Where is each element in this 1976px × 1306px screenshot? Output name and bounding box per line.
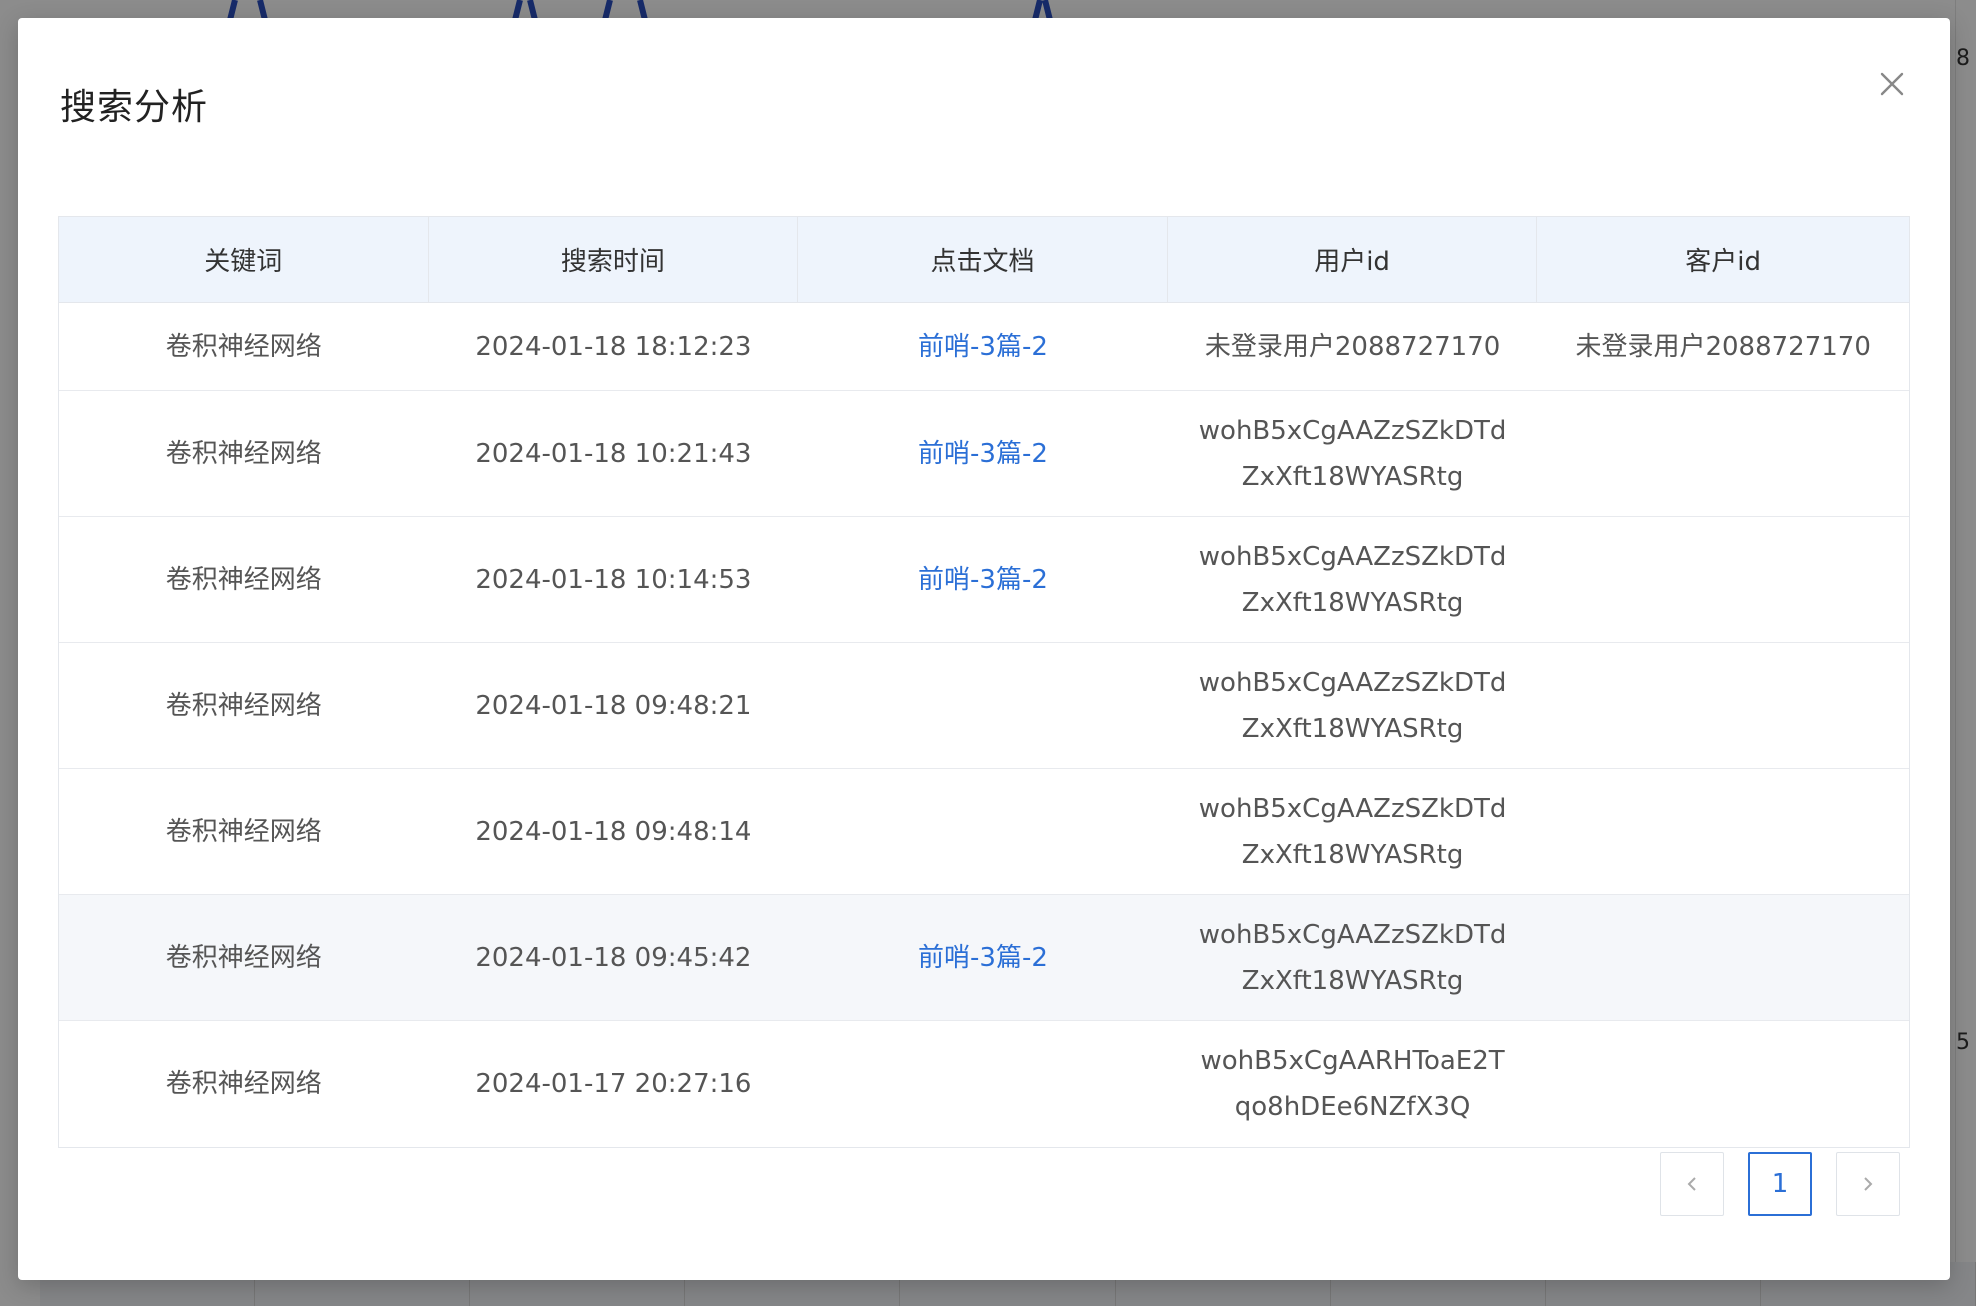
- column-header-clicked-doc[interactable]: 点击文档: [798, 217, 1168, 302]
- cell-customer-id: [1537, 769, 1909, 894]
- cell-doc-link[interactable]: 前哨-3篇-2: [798, 303, 1168, 390]
- cell-keyword: 卷积神经网络: [165, 690, 322, 721]
- table-row[interactable]: 卷积神经网络 2024-01-18 10:14:53 前哨-3篇-2 wohB5…: [59, 517, 1909, 643]
- cell-doc-link[interactable]: 前哨-3篇-2: [798, 895, 1168, 1020]
- cell-customer-id: [1537, 1021, 1909, 1147]
- cell-user-id: 未登录用户2088727170: [1204, 331, 1501, 362]
- chevron-left-icon: [1687, 1177, 1696, 1191]
- cell-doc-link[interactable]: 前哨-3篇-2: [798, 517, 1168, 642]
- chevron-right-icon: [1864, 1177, 1873, 1191]
- table-row[interactable]: 卷积神经网络 2024-01-18 09:45:42 前哨-3篇-2 wohB5…: [59, 895, 1909, 1021]
- search-records-table: 关键词 搜索时间 点击文档 用户id 客户id 卷积神经网络 2024-01-1…: [58, 216, 1910, 1148]
- cell-customer-id: [1537, 643, 1909, 768]
- cell-doc-link[interactable]: [798, 769, 1168, 894]
- cell-doc-link[interactable]: 前哨-3篇-2: [798, 391, 1168, 516]
- cell-user-id: wohB5xCgAAZzSZkDTd ZxXft18WYASRtg: [1198, 415, 1507, 492]
- cell-keyword: 卷积神经网络: [165, 564, 322, 595]
- search-analysis-modal: 搜索分析 关键词 搜索时间 点击文档 用户id 客户id 卷积神经网络 2024…: [18, 18, 1950, 1280]
- cell-search-time: 2024-01-17 20:27:16: [475, 1069, 752, 1099]
- table-row[interactable]: 卷积神经网络 2024-01-18 09:48:21 wohB5xCgAAZzS…: [59, 643, 1909, 769]
- cell-customer-id: [1537, 517, 1909, 642]
- page-button[interactable]: 1: [1748, 1152, 1812, 1216]
- cell-user-id: wohB5xCgAAZzSZkDTd ZxXft18WYASRtg: [1198, 667, 1507, 744]
- cell-keyword: 卷积神经网络: [165, 331, 322, 362]
- table-row[interactable]: 卷积神经网络 2024-01-17 20:27:16 wohB5xCgAARHT…: [59, 1021, 1909, 1147]
- cell-user-id: wohB5xCgAAZzSZkDTd ZxXft18WYASRtg: [1198, 541, 1507, 618]
- cell-doc-link[interactable]: [798, 643, 1168, 768]
- prev-page-button[interactable]: [1660, 1152, 1724, 1216]
- cell-search-time: 2024-01-18 18:12:23: [475, 331, 752, 362]
- cell-user-id: wohB5xCgAARHToaE2T qo8hDEe6NZfX3Q: [1200, 1046, 1505, 1122]
- cell-keyword: 卷积神经网络: [165, 816, 322, 847]
- table-header: 关键词 搜索时间 点击文档 用户id 客户id: [59, 217, 1909, 303]
- modal-title: 搜索分析: [60, 87, 209, 128]
- cell-search-time: 2024-01-18 10:14:53: [475, 564, 752, 595]
- table-row[interactable]: 卷积神经网络 2024-01-18 09:48:14 wohB5xCgAAZzS…: [59, 769, 1909, 895]
- cell-keyword: 卷积神经网络: [165, 1069, 322, 1099]
- column-header-customer-id[interactable]: 客户id: [1537, 217, 1909, 302]
- cell-keyword: 卷积神经网络: [165, 438, 322, 469]
- close-button[interactable]: [1870, 62, 1914, 106]
- next-page-button[interactable]: [1836, 1152, 1900, 1216]
- pagination: 1: [1660, 1152, 1900, 1216]
- column-header-user-id[interactable]: 用户id: [1168, 217, 1538, 302]
- cell-search-time: 2024-01-18 09:48:14: [475, 816, 752, 847]
- cell-search-time: 2024-01-18 09:45:42: [475, 942, 752, 973]
- table-row[interactable]: 卷积神经网络 2024-01-18 18:12:23 前哨-3篇-2 未登录用户…: [59, 303, 1909, 391]
- cell-customer-id: [1537, 391, 1909, 516]
- column-header-keyword[interactable]: 关键词: [59, 217, 429, 302]
- table-row[interactable]: 卷积神经网络 2024-01-18 10:21:43 前哨-3篇-2 wohB5…: [59, 391, 1909, 517]
- cell-search-time: 2024-01-18 10:21:43: [475, 438, 752, 469]
- cell-customer-id: 未登录用户2088727170: [1575, 331, 1871, 362]
- cell-user-id: wohB5xCgAAZzSZkDTd ZxXft18WYASRtg: [1198, 793, 1507, 870]
- cell-search-time: 2024-01-18 09:48:21: [475, 690, 752, 721]
- cell-user-id: wohB5xCgAAZzSZkDTd ZxXft18WYASRtg: [1198, 919, 1507, 996]
- column-header-search-time[interactable]: 搜索时间: [429, 217, 799, 302]
- cell-doc-link[interactable]: [798, 1021, 1168, 1147]
- cell-keyword: 卷积神经网络: [165, 942, 322, 973]
- close-icon: [1880, 72, 1904, 96]
- cell-customer-id: [1537, 895, 1909, 1020]
